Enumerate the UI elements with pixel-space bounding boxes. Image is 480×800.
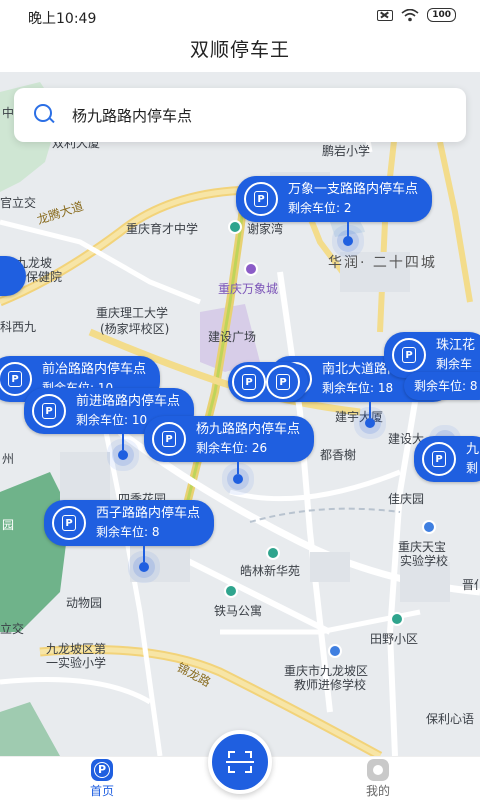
map-label-huarun: 华润· 二十四城 <box>328 255 437 271</box>
location-pin <box>365 418 375 428</box>
map-label-jianshe-tower: 建宇大厦 <box>335 410 384 424</box>
parking-available: 剩余车位: 8 <box>414 379 478 393</box>
parking-name: 西子路路内停车点 <box>96 506 201 521</box>
map-label-shiyan: 实验学校 <box>400 554 449 568</box>
app-header: 双顺停车王 <box>0 32 480 72</box>
parking-name: 杨九路路内停车点 <box>196 422 301 437</box>
poi-haolin-icon <box>266 546 280 560</box>
map-label-tianye: 田野小区 <box>370 632 419 646</box>
location-pin <box>139 562 149 572</box>
page-title: 双顺停车王 <box>189 39 290 61</box>
parking-available: 剩 <box>466 461 479 475</box>
status-icons: 100 <box>377 8 456 22</box>
location-pin <box>343 236 353 246</box>
status-bar: 晚上10:49 100 <box>0 0 480 32</box>
search-bar[interactable]: 杨九路路内停车点 <box>14 88 466 142</box>
parking-icon: P <box>52 506 86 540</box>
map-label-tiema: 铁马公寓 <box>214 604 263 618</box>
map-label-ligong: 重庆理工大学 <box>96 306 169 320</box>
parking-available: 剩余车位: 2 <box>288 201 352 215</box>
parking-icon: P <box>422 442 456 476</box>
map-label-haolin: 皓林新华苑 <box>240 564 301 578</box>
poi-tianye-icon <box>390 612 404 626</box>
scan-button[interactable] <box>208 730 272 794</box>
parking-icon: P <box>232 365 266 399</box>
poi-jinxiu-icon <box>328 644 342 658</box>
poi-xiejiawan-icon <box>228 220 242 234</box>
map-label-kexi: 科西九 <box>0 320 37 334</box>
map-label-jiaotong: 立交 <box>0 622 25 636</box>
parking-icon: P <box>32 394 66 428</box>
poi-tianbao-icon <box>422 520 436 534</box>
parking-icon: P <box>266 365 300 399</box>
map-label-guanzhi: 官立交 <box>0 196 37 210</box>
parking-available: 剩余车位: 26 <box>196 441 268 455</box>
parking-icon: P <box>0 362 32 396</box>
map-label-wanxiang: 重庆万象城 <box>218 282 279 296</box>
tab-mine-label: 我的 <box>365 784 390 798</box>
map-label-yuan: 园 <box>2 518 15 532</box>
parking-name: 九 <box>466 442 480 457</box>
map-label-duhui: 都香榭 <box>320 448 357 462</box>
map-label-baojianyuan: 保健院 <box>26 270 63 284</box>
scan-icon <box>226 751 254 773</box>
location-pin <box>118 450 128 460</box>
search-input[interactable]: 杨九路路内停车点 <box>72 105 192 126</box>
poi-tiema-icon <box>224 584 238 598</box>
map-label-yangjiaping: (杨家坪校区) <box>100 322 170 336</box>
tab-mine[interactable]: 我的 <box>318 759 438 799</box>
no-sim-icon <box>377 9 394 21</box>
parking-name: 万象一支路路内停车点 <box>288 182 419 197</box>
status-time: 晚上10:49 <box>28 11 97 27</box>
parking-available: 剩余车 <box>436 357 473 371</box>
map-label-baoli: 保利心语 <box>426 712 475 726</box>
map-label-pengyan: 鹏岩小学 <box>322 144 371 158</box>
parking-name: 前进路路内停车点 <box>76 394 181 409</box>
map-label-xiejiawan: 谢家湾 <box>247 222 284 236</box>
map-label-jiulong-school2: 一实验小学 <box>46 656 107 670</box>
map-label-jinxiu2: 教师进修学校 <box>294 678 367 692</box>
user-icon <box>367 759 389 781</box>
map-label-zhou: 州 <box>2 452 15 466</box>
wifi-icon <box>401 8 419 21</box>
battery-icon: 100 <box>427 8 456 22</box>
parking-name: 前冶路路内停车点 <box>42 362 147 377</box>
tab-home-label: 首页 <box>89 784 114 798</box>
map-label-jiayuan: 佳庆园 <box>388 492 425 506</box>
parking-icon: P <box>392 338 426 372</box>
poi-wanxiang-icon <box>244 262 258 276</box>
map-label-jianshe: 建设广场 <box>208 330 257 344</box>
tab-home[interactable]: P 首页 <box>42 759 162 799</box>
map-label-dongwuyuan: 动物园 <box>66 596 103 610</box>
parking-available: 剩余车位: 8 <box>96 525 160 539</box>
location-pin <box>233 474 243 484</box>
parking-icon: P <box>244 182 278 216</box>
parking-home-icon: P <box>91 759 113 781</box>
map-view[interactable]: 中门 双利大厦 鹏岩小学 官立交 龙腾大道 重庆育才中学 谢家湾 九龙坡 保健院… <box>0 72 480 756</box>
parking-icon: P <box>152 422 186 456</box>
map-label-yucai: 重庆育才中学 <box>126 222 199 236</box>
map-label-jinji: 晋仆 <box>462 578 480 592</box>
search-icon <box>34 104 56 126</box>
parking-name: 珠江花 <box>436 338 476 353</box>
